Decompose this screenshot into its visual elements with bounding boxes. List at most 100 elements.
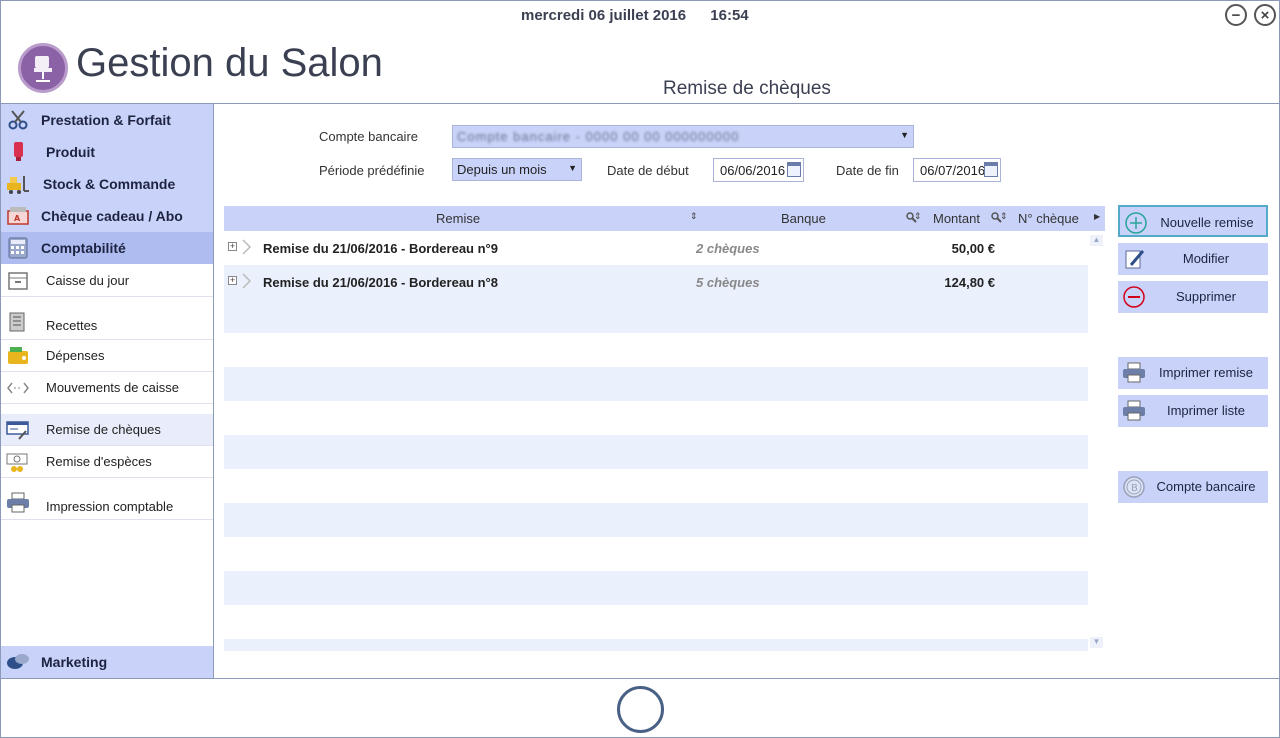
calendar-icon[interactable] (984, 162, 998, 177)
delete-button[interactable]: Supprimer (1118, 281, 1268, 313)
sidebar-item-label: Remise d'espèces (46, 454, 152, 469)
remise-name: Remise du 21/06/2016 - Bordereau n°9 (263, 241, 498, 256)
forklift-icon (5, 173, 31, 195)
period-label: Période prédéfinie (319, 163, 425, 178)
page-title: Remise de chèques (663, 78, 831, 99)
row-stripe (224, 435, 1088, 469)
sidebar-category-comptabilite[interactable]: Comptabilité (1, 232, 213, 264)
calculator-icon (5, 237, 31, 259)
end-date-value: 06/07/2016 (920, 163, 986, 178)
chevron-right-icon (242, 273, 252, 289)
footer-divider (1, 678, 1279, 679)
current-date: mercredi 06 juillet 2016 (521, 7, 687, 24)
column-header-num-cheque[interactable]: N° chèque (1018, 211, 1079, 226)
expand-icon[interactable]: + (228, 242, 237, 251)
period-select[interactable]: Depuis un mois ▼ (452, 158, 582, 181)
sort-icon[interactable]: ⇕ (914, 211, 922, 222)
column-header-montant[interactable]: Montant (933, 211, 980, 226)
sidebar-item-label: Impression comptable (46, 499, 174, 514)
sidebar: Prestation & Forfait Produit Stock & Com… (1, 104, 214, 678)
button-label: Compte bancaire (1156, 479, 1256, 494)
sidebar-item-label: Dépenses (46, 348, 105, 363)
svg-text:A: A (14, 214, 21, 223)
table-body: + Remise du 21/06/2016 - Bordereau n°9 2… (224, 231, 1088, 651)
sidebar-category-label: Prestation & Forfait (41, 112, 171, 128)
print-list-button[interactable]: Imprimer liste (1118, 395, 1268, 427)
button-label: Supprimer (1176, 289, 1236, 304)
sort-icon[interactable]: ⇕ (690, 211, 698, 222)
end-date-field[interactable]: 06/07/2016 (913, 158, 1001, 182)
table-header: Remise ⇕ Banque ⇕ Montant ⇕ N° chèque ▶ (224, 206, 1105, 231)
sidebar-item-caisse-du-jour[interactable]: Caisse du jour (1, 265, 213, 297)
current-time: 16:54 (710, 7, 749, 24)
dropdown-arrow-icon: ▼ (568, 163, 577, 173)
button-label: Imprimer liste (1166, 403, 1245, 418)
sidebar-item-remise-de-cheques[interactable]: Remise de chèques (1, 414, 213, 446)
calendar-icon[interactable] (787, 162, 801, 177)
sidebar-item-depenses[interactable]: Dépenses (1, 340, 213, 372)
sidebar-category-stock[interactable]: Stock & Commande (1, 168, 213, 200)
sidebar-category-label: Marketing (41, 654, 108, 670)
chevron-right-icon (242, 239, 252, 255)
scroll-down-icon[interactable]: ▼ (1090, 637, 1103, 648)
sidebar-category-marketing[interactable]: Marketing (1, 646, 213, 678)
modify-button[interactable]: Modifier (1118, 243, 1268, 275)
app-title: Gestion du Salon (76, 41, 383, 85)
row-stripe (224, 639, 1088, 651)
sidebar-item-label: Mouvements de caisse (46, 380, 179, 395)
sidebar-item-mouvements[interactable]: Mouvements de caisse (1, 372, 213, 404)
remise-amount: 50,00 € (951, 241, 995, 256)
sidebar-category-label: Stock & Commande (43, 176, 176, 192)
sidebar-item-label: Recettes (46, 318, 98, 333)
remise-name: Remise du 21/06/2016 - Bordereau n°8 (263, 275, 498, 290)
row-stripe (224, 503, 1088, 537)
sidebar-item-remise-especes[interactable]: Remise d'espèces (1, 446, 213, 478)
sidebar-item-recettes[interactable]: Recettes (1, 297, 213, 340)
start-date-label: Date de début (607, 163, 689, 178)
sidebar-item-impression-comptable[interactable]: Impression comptable (1, 478, 213, 520)
account-select[interactable]: Compte bancaire - 0000 00 00 000000000 ▼ (452, 125, 914, 148)
sort-icon[interactable]: ⇕ (1000, 211, 1008, 222)
loading-circle-icon (617, 686, 664, 733)
transfer-arrows-icon (5, 377, 31, 399)
gift-card-icon: A (5, 205, 31, 227)
table-row[interactable]: + Remise du 21/06/2016 - Bordereau n°8 5… (224, 265, 1088, 299)
new-remise-button[interactable]: Nouvelle remise (1118, 205, 1268, 237)
product-tube-icon (5, 141, 31, 163)
scroll-up-icon[interactable]: ▲ (1090, 235, 1103, 246)
table-row[interactable]: + Remise du 21/06/2016 - Bordereau n°9 2… (224, 231, 1088, 265)
sidebar-item-label: Remise de chèques (46, 422, 161, 437)
column-header-remise[interactable]: Remise (436, 211, 480, 226)
start-date-value: 06/06/2016 (720, 163, 786, 178)
cash-box-icon (5, 270, 31, 292)
datetime: mercredi 06 juillet 2016 16:54 (521, 7, 749, 24)
table-scrollbar[interactable]: ▲ ▼ (1088, 231, 1105, 651)
sidebar-category-prestation[interactable]: Prestation & Forfait (1, 104, 213, 136)
app-window: mercredi 06 juillet 2016 16:54 − × Gesti… (0, 0, 1280, 738)
sidebar-item-label: Caisse du jour (46, 273, 130, 288)
print-remise-button[interactable]: Imprimer remise (1118, 357, 1268, 389)
remise-cheque-count: 5 chèques (696, 275, 760, 290)
column-scroll-right-icon[interactable]: ▶ (1094, 212, 1100, 221)
period-value: Depuis un mois (457, 162, 547, 177)
expand-icon[interactable]: + (228, 276, 237, 285)
bank-account-button[interactable]: B Compte bancaire (1118, 471, 1268, 503)
sidebar-category-cheque-cadeau[interactable]: A Chèque cadeau / Abo (1, 200, 213, 232)
minimize-icon[interactable]: − (1225, 4, 1247, 26)
column-header-banque[interactable]: Banque (781, 211, 826, 226)
dropdown-arrow-icon: ▼ (900, 130, 909, 140)
title-bar: mercredi 06 juillet 2016 16:54 − × (1, 1, 1279, 31)
close-icon[interactable]: × (1254, 4, 1276, 26)
cheque-icon (5, 419, 31, 441)
chat-bubbles-icon (5, 651, 31, 673)
end-date-label: Date de fin (836, 163, 899, 178)
button-label: Imprimer remise (1159, 365, 1253, 380)
remise-cheque-count: 2 chèques (696, 241, 760, 256)
remise-amount: 124,80 € (944, 275, 995, 290)
start-date-field[interactable]: 06/06/2016 (713, 158, 804, 182)
banknotes-icon (5, 451, 31, 473)
printer-icon (5, 492, 31, 514)
sidebar-category-produit[interactable]: Produit (1, 136, 213, 168)
button-label: Modifier (1182, 251, 1230, 266)
wallet-icon (5, 345, 31, 367)
